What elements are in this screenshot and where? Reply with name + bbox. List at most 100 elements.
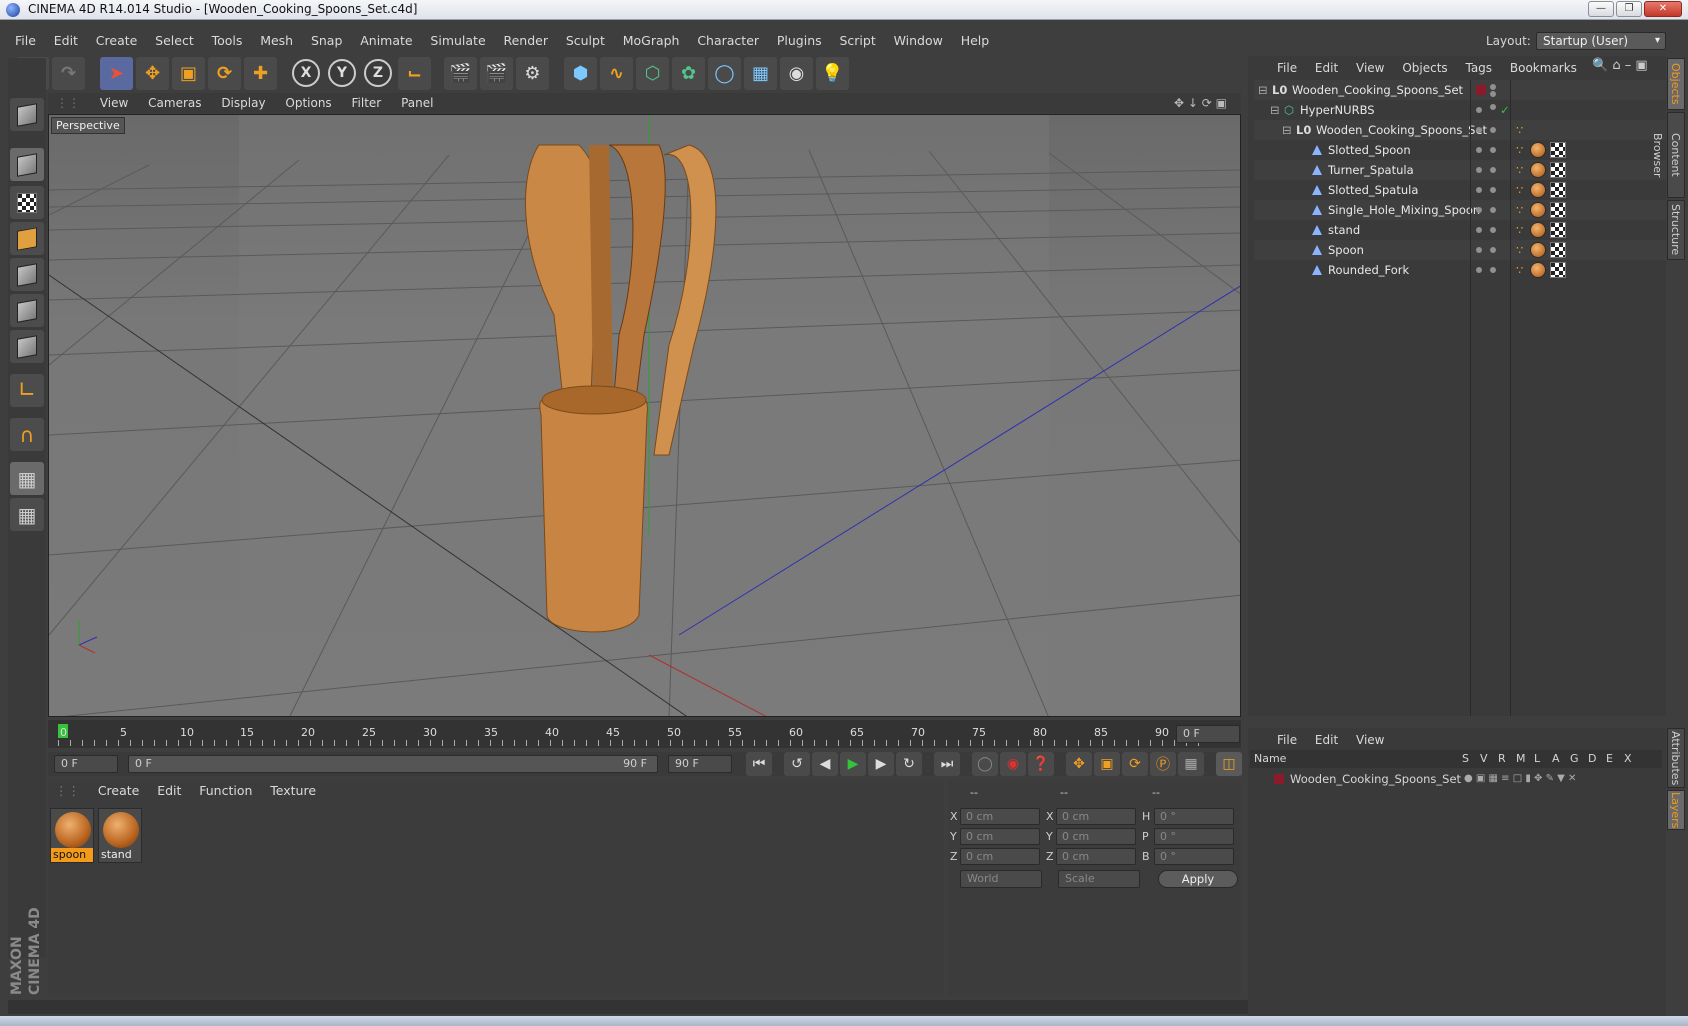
phong-tag-icon[interactable]: ∵ (1516, 240, 1523, 260)
material-menu-function[interactable]: Function (192, 780, 259, 802)
material-menu-create[interactable]: Create (91, 780, 147, 802)
position-z-field[interactable]: 0 cm (960, 848, 1040, 865)
timeline-ruler[interactable]: 0 5 10 15 20 25 30 35 40 45 50 55 60 65 … (48, 720, 1241, 748)
material-tag-icon[interactable] (1530, 242, 1546, 258)
position-x-field[interactable]: 0 cm (960, 808, 1040, 825)
make-editable-icon[interactable] (10, 98, 44, 131)
tab-content-browser[interactable]: Content Browser (1651, 112, 1685, 198)
model-mode-icon[interactable] (10, 148, 44, 181)
object-row[interactable]: Spoon ∵ (1254, 240, 1666, 260)
autokey-icon[interactable]: ◉ (1000, 752, 1026, 776)
points-mode-icon[interactable] (10, 258, 44, 291)
layer-col-generators[interactable]: G (1570, 750, 1579, 768)
object-manager-nav-icons[interactable]: 🔍 ⌂ – ▣ (1592, 58, 1648, 73)
play-icon[interactable]: ▶ (840, 752, 866, 776)
layer-col-locked[interactable]: L (1534, 750, 1540, 768)
expand-icon[interactable]: ⊟ (1258, 80, 1268, 100)
viewport-menu-display[interactable]: Display (213, 93, 273, 113)
phong-tag-icon[interactable]: ∵ (1516, 120, 1523, 140)
timeline-window-icon[interactable]: ◫ (1216, 752, 1242, 776)
menu-file[interactable]: File (8, 30, 43, 52)
phong-tag-icon[interactable]: ∵ (1516, 160, 1523, 180)
object-menu-objects[interactable]: Objects (1395, 58, 1454, 78)
menu-window[interactable]: Window (887, 30, 950, 52)
restore-button[interactable]: ❐ (1616, 1, 1642, 17)
visibility-dot[interactable] (1476, 147, 1482, 153)
layer-row[interactable]: Wooden_Cooking_Spoons_Set ● ▣ ▦ ≡ □ ▮ ✥ … (1250, 770, 1662, 788)
render-dot[interactable] (1490, 147, 1496, 153)
menu-select[interactable]: Select (148, 30, 201, 52)
transform-mode-dropdown[interactable]: Scale (1058, 870, 1140, 888)
polygons-mode-icon[interactable] (10, 330, 44, 363)
layer-col-view[interactable]: V (1480, 750, 1488, 768)
3d-viewport[interactable]: Perspective (48, 114, 1241, 717)
layer-color-swatch[interactable] (1274, 774, 1284, 784)
layer-col-deformers[interactable]: D (1588, 750, 1596, 768)
menu-snap[interactable]: Snap (304, 30, 349, 52)
axis-mode-icon[interactable]: ∟ (10, 374, 44, 407)
phong-tag-icon[interactable]: ∵ (1516, 180, 1523, 200)
uvw-tag-icon[interactable] (1550, 162, 1566, 178)
render-picture-queue-icon[interactable]: 🎬 (480, 57, 513, 90)
snap-grid-icon[interactable]: ▦ (10, 462, 44, 495)
render-dot[interactable] (1490, 227, 1496, 233)
layer-col-manager[interactable]: M (1516, 750, 1526, 768)
object-menu-file[interactable]: File (1270, 58, 1304, 78)
object-row[interactable]: ⊟ L0 Wooden_Cooking_Spoons_Set ∵ (1254, 120, 1666, 140)
object-row[interactable]: Single_Hole_Mixing_Spoon ∵ (1254, 200, 1666, 220)
render-dot[interactable] (1490, 127, 1496, 133)
visibility-dot[interactable] (1476, 187, 1482, 193)
key-scale-icon[interactable]: ▣ (1094, 752, 1120, 776)
close-button[interactable]: ✕ (1644, 1, 1682, 17)
start-frame-field[interactable]: 0 F (54, 755, 118, 773)
visibility-dot[interactable] (1476, 167, 1482, 173)
magnet-icon[interactable]: ∩ (10, 418, 44, 451)
viewport-menu-cameras[interactable]: Cameras (140, 93, 209, 113)
visibility-dot[interactable] (1476, 227, 1482, 233)
add-icon[interactable]: ✚ (244, 57, 277, 90)
minimize-button[interactable]: — (1588, 1, 1614, 17)
select-icon[interactable]: ➤ (100, 57, 133, 90)
material-swatch-spoon[interactable]: spoon (50, 808, 94, 863)
expand-icon[interactable]: ⊟ (1282, 120, 1292, 140)
spline-icon[interactable]: ∿ (600, 57, 633, 90)
world-coord-icon[interactable]: ⌙ (398, 57, 431, 90)
object-row[interactable]: ⊟ L0 Wooden_Cooking_Spoons_Set (1254, 80, 1666, 100)
object-row[interactable]: Rounded_Fork ∵ (1254, 260, 1666, 280)
viewport-menu-options[interactable]: Options (277, 93, 339, 113)
cube-primitive-icon[interactable]: ⬢ (564, 57, 597, 90)
object-row[interactable]: Slotted_Spatula ∵ (1254, 180, 1666, 200)
material-swatch-stand[interactable]: stand (98, 808, 142, 863)
material-tag-icon[interactable] (1530, 262, 1546, 278)
layout-dropdown[interactable]: Startup (User) (1536, 32, 1666, 50)
menu-character[interactable]: Character (690, 30, 766, 52)
keyframe-selection-icon[interactable]: ❓ (1028, 752, 1054, 776)
layer-col-animation[interactable]: A (1552, 750, 1560, 768)
viewport-nav-icons[interactable]: ✥ ↓ ⟳ ▣ (1166, 93, 1235, 113)
object-menu-tags[interactable]: Tags (1458, 58, 1499, 78)
visibility-dot[interactable] (1476, 127, 1482, 133)
array-icon[interactable]: ✿ (672, 57, 705, 90)
tab-layers[interactable]: Layers (1667, 790, 1685, 830)
viewport-menu-panel[interactable]: Panel (393, 93, 441, 113)
menu-render[interactable]: Render (496, 30, 555, 52)
current-frame-field[interactable]: 0 F (1176, 725, 1240, 743)
uvw-tag-icon[interactable] (1550, 222, 1566, 238)
material-tag-icon[interactable] (1530, 202, 1546, 218)
visibility-dot[interactable] (1476, 267, 1482, 273)
next-frame-icon[interactable]: ▶ (868, 752, 894, 776)
apply-button[interactable]: Apply (1158, 870, 1238, 888)
record-keys-icon[interactable]: ◯ (972, 752, 998, 776)
material-tag-icon[interactable] (1530, 182, 1546, 198)
menu-create[interactable]: Create (89, 30, 145, 52)
render-dot[interactable] (1490, 187, 1496, 193)
layer-col-render[interactable]: R (1498, 750, 1506, 768)
render-dot[interactable] (1490, 167, 1496, 173)
rotation-b-field[interactable]: 0 ° (1154, 848, 1234, 865)
size-z-field[interactable]: 0 cm (1056, 848, 1136, 865)
go-to-end-icon[interactable]: ⏭ (934, 752, 960, 776)
expand-icon[interactable]: ⊟ (1270, 100, 1280, 120)
nurbs-icon[interactable]: ⬡ (636, 57, 669, 90)
layer-menu-edit[interactable]: Edit (1308, 730, 1345, 750)
editor-dot[interactable] (1490, 104, 1496, 110)
